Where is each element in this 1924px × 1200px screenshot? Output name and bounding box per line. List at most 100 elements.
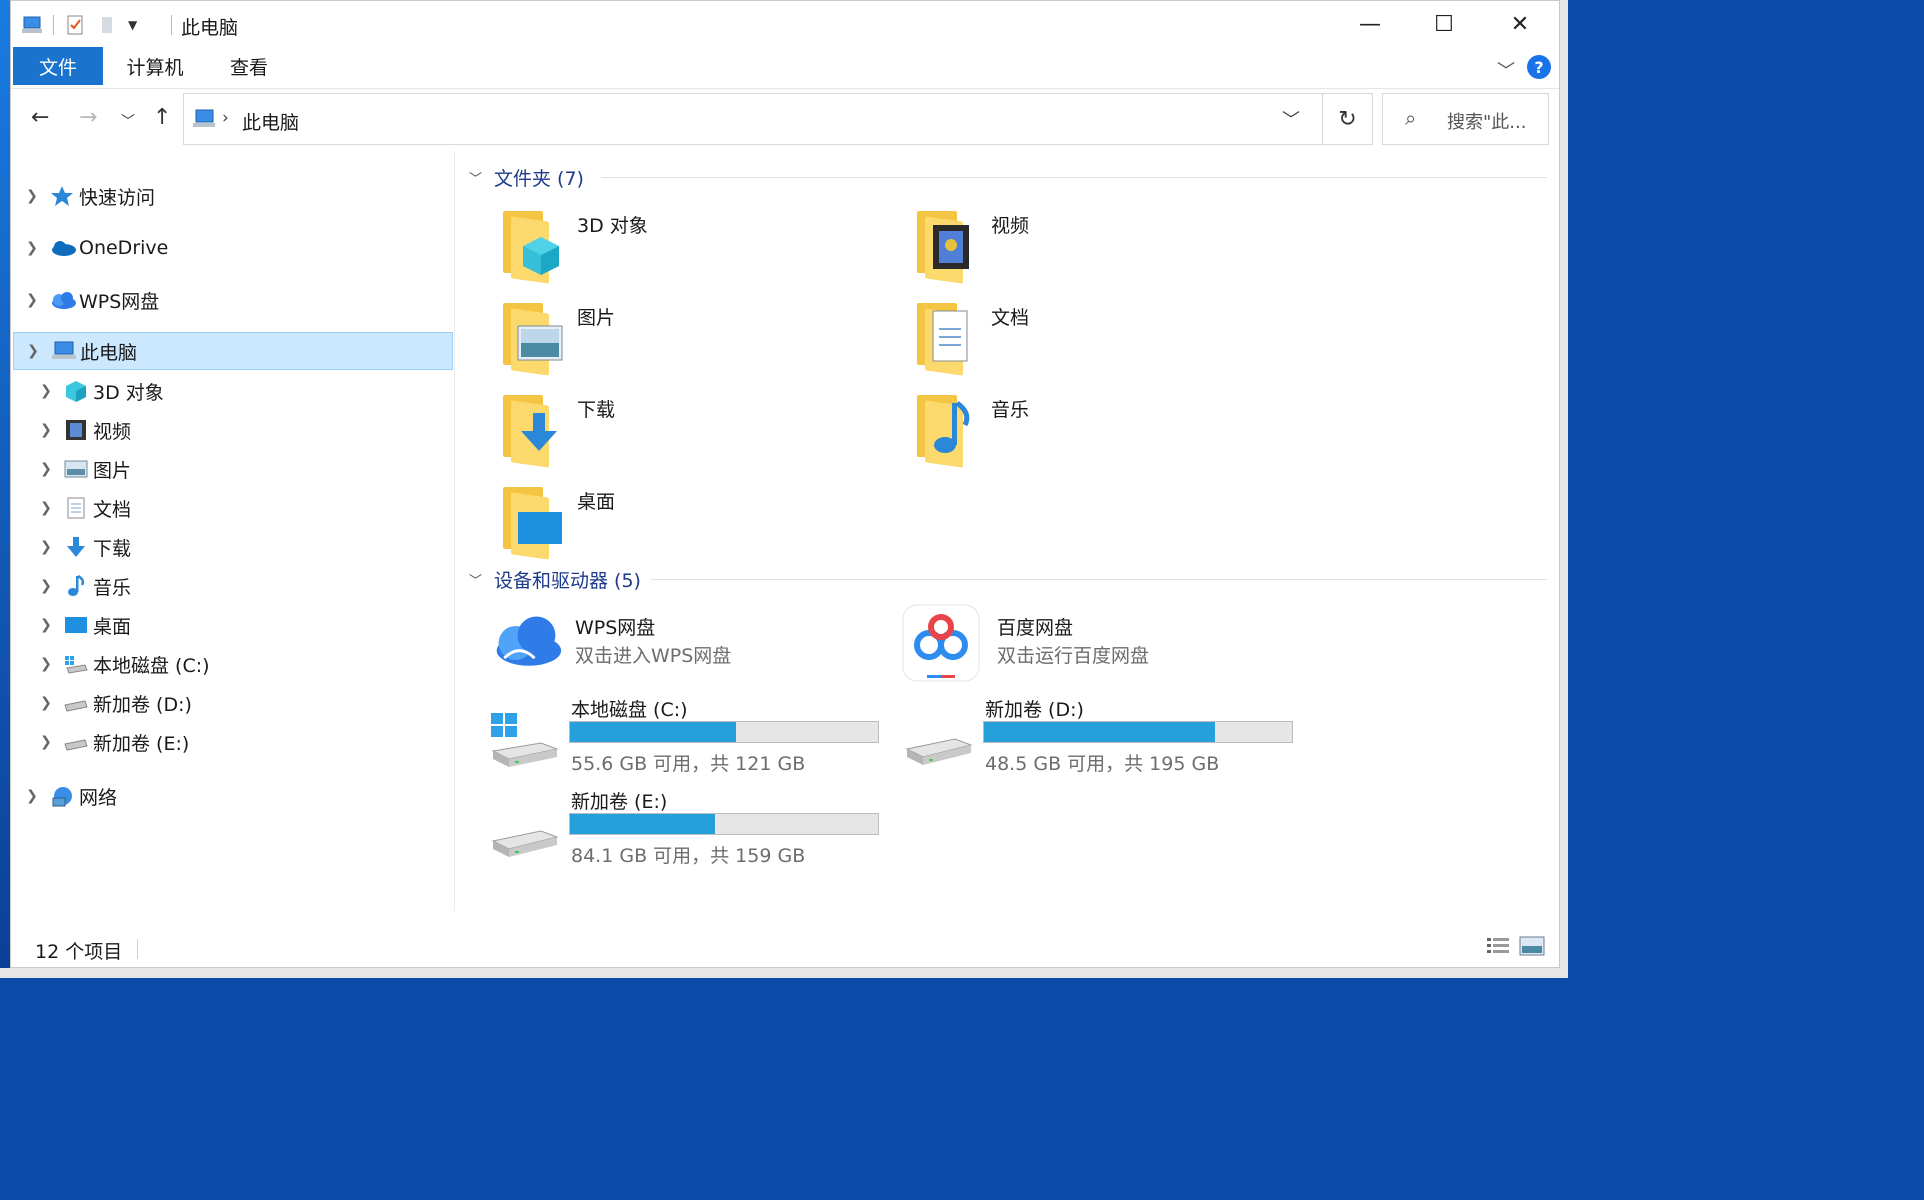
folder-tile-3d-objects[interactable]: 3D 对象	[497, 205, 897, 289]
ribbon-tabs: 文件 计算机 查看 ﹀ ?	[11, 47, 1559, 89]
tab-file[interactable]: 文件	[13, 47, 103, 85]
properties-icon[interactable]	[64, 14, 86, 36]
expand-chevron-icon[interactable]: ❯	[21, 788, 43, 804]
nav-item-this-pc[interactable]: ❯ 此电脑	[13, 332, 453, 370]
expand-chevron-icon[interactable]: ❯	[21, 240, 43, 256]
pane-divider[interactable]	[454, 151, 455, 911]
nav-item-label: 新加卷 (E:)	[93, 732, 190, 755]
nav-item-pictures[interactable]: ❯ 图片	[35, 450, 435, 488]
group-title: 设备和驱动器 (5)	[494, 569, 641, 592]
nav-item-onedrive[interactable]: ❯ OneDrive	[21, 229, 441, 267]
drive-tile-d[interactable]: 新加卷 (D:) 48.5 GB 可用，共 195 GB	[905, 695, 1305, 781]
address-bar[interactable]: › 此电脑 ﹀ ↻	[183, 93, 1373, 145]
back-arrow-icon[interactable]: ←	[31, 105, 49, 130]
expand-chevron-icon[interactable]: ❯	[21, 292, 43, 308]
drive-tile-c[interactable]: 本地磁盘 (C:) 55.6 GB 可用，共 121 GB	[491, 695, 891, 781]
nav-item-label: 视频	[93, 420, 132, 443]
nav-item-wps-cloud[interactable]: ❯ WPS网盘	[21, 281, 441, 319]
nav-item-label: 新加卷 (D:)	[93, 693, 192, 716]
large-icons-view-icon[interactable]	[1519, 935, 1545, 957]
group-header-devices[interactable]: ﹀ 设备和驱动器 (5)	[469, 566, 641, 592]
expand-chevron-icon[interactable]: ❯	[35, 578, 57, 594]
nav-item-drive-d[interactable]: ❯ 新加卷 (D:)	[35, 684, 435, 722]
recent-locations-chevron-icon[interactable]: ﹀	[121, 111, 135, 131]
nav-item-network[interactable]: ❯ 网络	[21, 777, 441, 815]
local-disk-icon	[63, 652, 91, 676]
nav-item-drive-e[interactable]: ❯ 新加卷 (E:)	[35, 723, 435, 761]
nav-item-quick-access[interactable]: ❯ 快速访问	[21, 177, 441, 215]
expand-chevron-icon[interactable]: ❯	[35, 383, 57, 399]
nav-item-documents[interactable]: ❯ 文档	[35, 489, 435, 527]
drive-usage-fill	[984, 722, 1215, 742]
app-tile-baidu-netdisk[interactable]: 百度网盘 双击运行百度网盘	[901, 603, 1311, 687]
download-folder-icon	[497, 389, 569, 468]
close-button[interactable]: ✕	[1485, 1, 1555, 47]
breadcrumb[interactable]: 此电脑	[242, 108, 299, 135]
3d-objects-icon	[63, 379, 91, 403]
expand-chevron-icon[interactable]: ❯	[35, 539, 57, 555]
nav-item-desktop[interactable]: ❯ 桌面	[35, 606, 435, 644]
drive-icon	[491, 830, 559, 857]
nav-item-label: 音乐	[93, 576, 132, 599]
folder-name: 图片	[577, 307, 616, 329]
forward-arrow-icon[interactable]: →	[79, 105, 97, 130]
nav-item-label: 本地磁盘 (C:)	[93, 654, 210, 677]
pictures-icon	[63, 457, 91, 481]
folder-tile-downloads[interactable]: 下载	[497, 389, 897, 473]
nav-item-label: 文档	[93, 498, 132, 521]
new-folder-icon[interactable]	[96, 14, 118, 36]
drive-free-space: 84.1 GB 可用，共 159 GB	[571, 845, 806, 867]
nav-item-music[interactable]: ❯ 音乐	[35, 567, 435, 605]
search-icon: ⌕	[1405, 106, 1417, 130]
nav-item-videos[interactable]: ❯ 视频	[35, 411, 435, 449]
drive-usage-bar	[569, 813, 879, 835]
collapse-group-chevron-icon[interactable]: ﹀	[469, 168, 482, 187]
app-tile-wps-cloud[interactable]: WPS网盘 双击进入WPS网盘	[487, 607, 897, 691]
tab-view[interactable]: 查看	[211, 47, 287, 85]
search-input[interactable]: ⌕ 搜索"此...	[1382, 93, 1549, 145]
nav-item-label: 快速访问	[79, 186, 156, 209]
minimize-button[interactable]: —	[1335, 1, 1405, 47]
navigation-pane: ❯ 快速访问 ❯ OneDrive ❯ WPS网盘 ❯ 此电脑 ❯ 3D 对象 …	[11, 151, 453, 911]
drive-tile-e[interactable]: 新加卷 (E:) 84.1 GB 可用，共 159 GB	[491, 787, 891, 873]
help-icon[interactable]: ?	[1527, 55, 1551, 79]
group-header-folders[interactable]: ﹀ 文件夹 (7)	[469, 164, 584, 190]
folder-tile-pictures[interactable]: 图片	[497, 297, 897, 381]
collapse-chevron-icon[interactable]: ❯	[22, 343, 44, 359]
expand-chevron-icon[interactable]: ❯	[35, 500, 57, 516]
documents-icon	[63, 496, 91, 520]
drive-usage-bar	[983, 721, 1293, 743]
folder-tile-documents[interactable]: 文档	[911, 297, 1311, 381]
tab-computer[interactable]: 计算机	[115, 47, 195, 85]
expand-chevron-icon[interactable]: ❯	[35, 734, 57, 750]
folder-tile-music[interactable]: 音乐	[911, 389, 1311, 473]
collapse-group-chevron-icon[interactable]: ﹀	[469, 570, 482, 589]
expand-ribbon-chevron-icon[interactable]: ﹀	[1497, 57, 1515, 83]
expand-chevron-icon[interactable]: ❯	[35, 422, 57, 438]
expand-chevron-icon[interactable]: ❯	[35, 617, 57, 633]
file-explorer-window: ▼ 此电脑 — ☐ ✕ 文件 计算机 查看 ﹀ ? ← → ﹀ ↑ › 此电脑 …	[10, 0, 1560, 968]
nav-item-downloads[interactable]: ❯ 下载	[35, 528, 435, 566]
expand-chevron-icon[interactable]: ❯	[35, 461, 57, 477]
refresh-button[interactable]: ↻	[1322, 94, 1372, 144]
details-view-icon[interactable]	[1485, 935, 1511, 957]
folder-tile-desktop[interactable]: 桌面	[497, 481, 897, 565]
nav-item-local-disk-c[interactable]: ❯ 本地磁盘 (C:)	[35, 645, 435, 683]
folder-tile-videos[interactable]: 视频	[911, 205, 1311, 289]
folder-name: 3D 对象	[577, 215, 648, 237]
expand-chevron-icon[interactable]: ❯	[35, 695, 57, 711]
address-dropdown-chevron-icon[interactable]: ﹀	[1282, 106, 1300, 132]
drive-name: 本地磁盘 (C:)	[571, 699, 688, 721]
toolbar-separator	[53, 15, 54, 35]
up-arrow-icon[interactable]: ↑	[153, 105, 171, 130]
expand-chevron-icon[interactable]: ❯	[35, 656, 57, 672]
refresh-icon: ↻	[1338, 106, 1357, 132]
breadcrumb-separator-icon[interactable]: ›	[222, 108, 229, 128]
desktop-icon	[63, 613, 91, 637]
app-description: 双击运行百度网盘	[997, 645, 1150, 667]
maximize-button[interactable]: ☐	[1409, 1, 1479, 47]
drive-usage-bar	[569, 721, 879, 743]
customize-toolbar-chevron-icon[interactable]: ▼	[128, 18, 137, 32]
nav-item-3d-objects[interactable]: ❯ 3D 对象	[35, 372, 435, 410]
expand-chevron-icon[interactable]: ❯	[21, 188, 43, 204]
